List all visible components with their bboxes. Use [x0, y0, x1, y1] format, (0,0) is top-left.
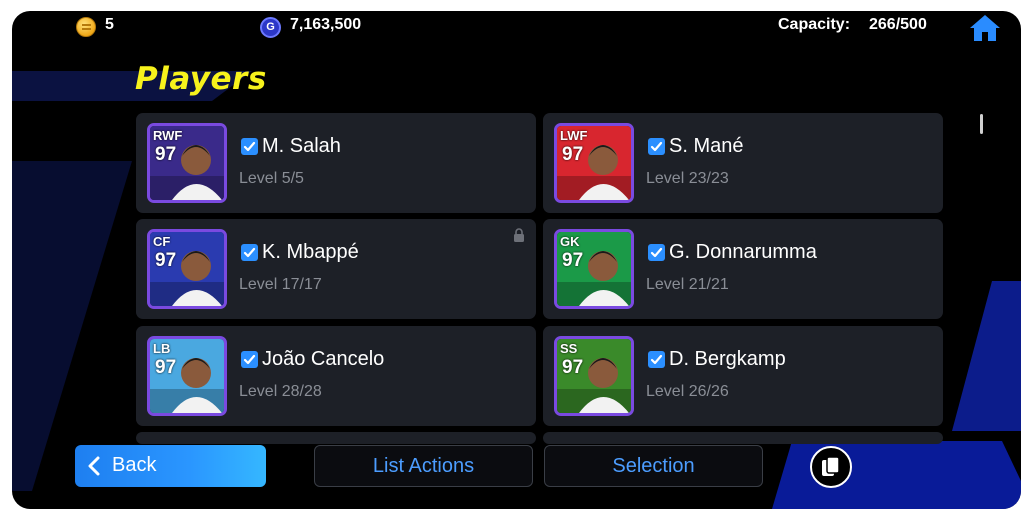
copy-icon — [822, 456, 840, 476]
checkbox-icon[interactable] — [648, 351, 665, 368]
list-item-partial — [136, 432, 536, 444]
checkbox-icon[interactable] — [241, 138, 258, 155]
player-position: SS — [560, 341, 578, 356]
player-name: S. Mané — [669, 135, 744, 157]
player-name: M. Salah — [262, 135, 341, 157]
player-position: LB — [153, 341, 171, 356]
player-rating: 97 — [155, 144, 177, 165]
player-card[interactable]: LWF 97 S. Mané Level 23/23 — [543, 113, 943, 213]
list-actions-button[interactable]: List Actions — [314, 445, 533, 487]
player-level: Level 17/17 — [239, 276, 322, 293]
back-button[interactable]: Back — [75, 445, 266, 487]
player-name: D. Bergkamp — [669, 348, 786, 370]
selection-button[interactable]: Selection — [544, 445, 763, 487]
player-card-image: LWF 97 — [554, 123, 634, 203]
player-name: K. Mbappé — [262, 241, 359, 263]
scrollbar[interactable] — [980, 114, 983, 134]
player-position: LWF — [560, 128, 588, 143]
player-card[interactable]: GK 97 G. Donnarumma Level 21/21 — [543, 219, 943, 319]
gp-count: 7,163,500 — [290, 16, 362, 33]
capacity-label: Capacity: — [778, 16, 851, 33]
player-level: Level 21/21 — [646, 276, 729, 293]
player-position: CF — [153, 234, 171, 249]
player-level: Level 5/5 — [239, 170, 304, 187]
player-card[interactable]: SS 97 D. Bergkamp Level 26/26 — [543, 326, 943, 426]
player-level: Level 28/28 — [239, 383, 322, 400]
player-level: Level 23/23 — [646, 170, 729, 187]
player-rating: 97 — [155, 357, 177, 378]
player-rating: 97 — [562, 357, 584, 378]
player-card[interactable]: RWF 97 M. Salah Level 5/5 — [136, 113, 536, 213]
player-card-image: LB 97 — [147, 336, 227, 416]
checkbox-icon[interactable] — [648, 244, 665, 261]
top-bar: 5 G 7,163,500 Capacity: 266/500 — [12, 11, 1021, 41]
player-rating: 97 — [155, 250, 177, 271]
page-title: Players — [135, 61, 267, 97]
player-card[interactable]: LB 97 João Cancelo Level 28/28 — [136, 326, 536, 426]
player-name: G. Donnarumma — [669, 241, 817, 263]
game-screen: 5 G 7,163,500 Capacity: 266/500 Players … — [12, 11, 1021, 509]
lock-icon — [514, 228, 524, 242]
checkbox-icon[interactable] — [648, 138, 665, 155]
list-item-partial — [543, 432, 943, 444]
player-name: João Cancelo — [262, 348, 385, 370]
coin-count: 5 — [105, 16, 114, 33]
player-position: RWF — [153, 128, 183, 143]
home-icon[interactable] — [968, 13, 1002, 43]
capacity-value: 266/500 — [869, 16, 927, 33]
player-card-image: GK 97 — [554, 229, 634, 309]
back-label: Back — [112, 454, 157, 476]
copy-button[interactable] — [810, 446, 852, 488]
player-card-image: RWF 97 — [147, 123, 227, 203]
player-card[interactable]: CF 97 K. Mbappé Level 17/17 — [136, 219, 536, 319]
gp-icon: G — [260, 17, 281, 38]
checkbox-icon[interactable] — [241, 244, 258, 261]
checkbox-icon[interactable] — [241, 351, 258, 368]
player-card-image: CF 97 — [147, 229, 227, 309]
player-card-image: SS 97 — [554, 336, 634, 416]
player-rating: 97 — [562, 250, 584, 271]
player-position: GK — [560, 234, 580, 249]
coin-icon — [76, 17, 96, 37]
chevron-left-icon — [88, 456, 100, 476]
player-level: Level 26/26 — [646, 383, 729, 400]
player-rating: 97 — [562, 144, 584, 165]
